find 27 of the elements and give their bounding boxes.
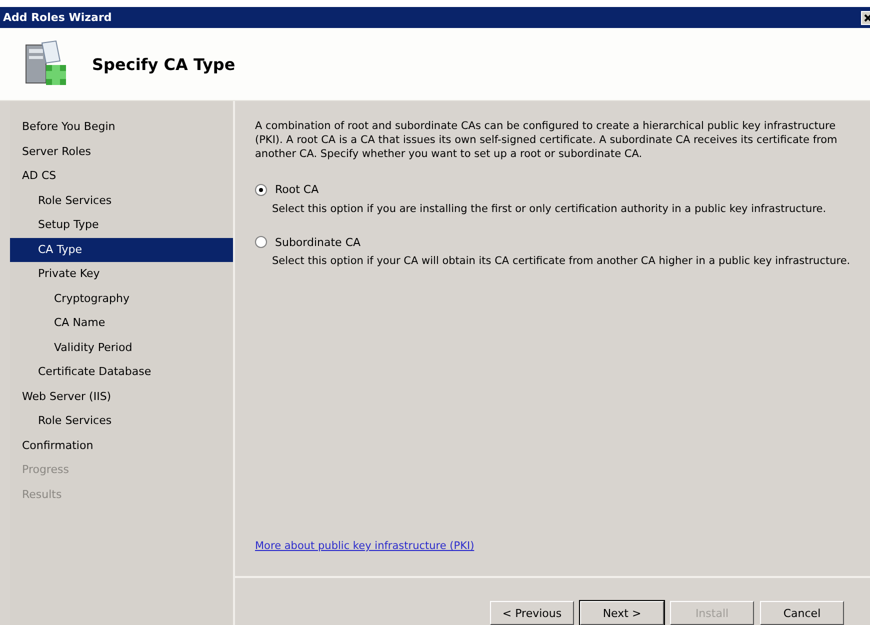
nav-item[interactable]: Role Services [10,409,233,434]
radio-button[interactable] [255,236,267,248]
nav-item[interactable]: Server Roles [10,140,233,164]
nav-item[interactable]: Confirmation [10,434,233,458]
help-link[interactable]: More about public key infrastructure (PKI) [255,540,474,552]
option-description: Select this option if your CA will obtain its CA certificate from another CA higher in a public key infrastructure. [272,254,852,268]
nav-item[interactable]: CA Type [10,238,233,262]
window-title: Add Roles Wizard [3,11,112,24]
nav-item[interactable]: Certificate Database [10,360,233,384]
wizard-button[interactable]: Cancel [760,601,844,625]
radio-option[interactable]: Subordinate CA [255,236,361,248]
radio-button[interactable] [255,184,267,196]
page-heading: Specify CA Type [92,54,236,74]
nav-item[interactable]: CA Name [10,311,233,336]
nav-item[interactable]: AD CS [10,164,233,188]
nav-item[interactable]: Role Services [10,188,233,213]
nav-item[interactable]: Web Server (IIS) [10,384,233,409]
nav-item[interactable]: Private Key [10,262,233,286]
intro-text: A combination of root and subordinate CAs can be configured to create a hierarchical public key infrastructure (PKI). A root CA is a CA that issues its own self-signed certificate. A subordinate CA receives its certificate from another CA. Specify whether you want to set up a root or subordinate CA. [255,119,838,161]
nav-item[interactable]: Validity Period [10,336,233,360]
wizard-button[interactable]: Next > [580,601,664,625]
radio-option[interactable]: Root CA [255,183,319,196]
option-description: Select this option if you are installing the first or only certification authority in a public key infrastructure. [272,202,828,216]
nav-item[interactable]: Before You Begin [10,115,233,140]
nav-item[interactable]: Setup Type [10,213,233,238]
wizard-button[interactable]: < Previous [490,601,574,625]
nav-item[interactable]: Cryptography [10,286,233,311]
